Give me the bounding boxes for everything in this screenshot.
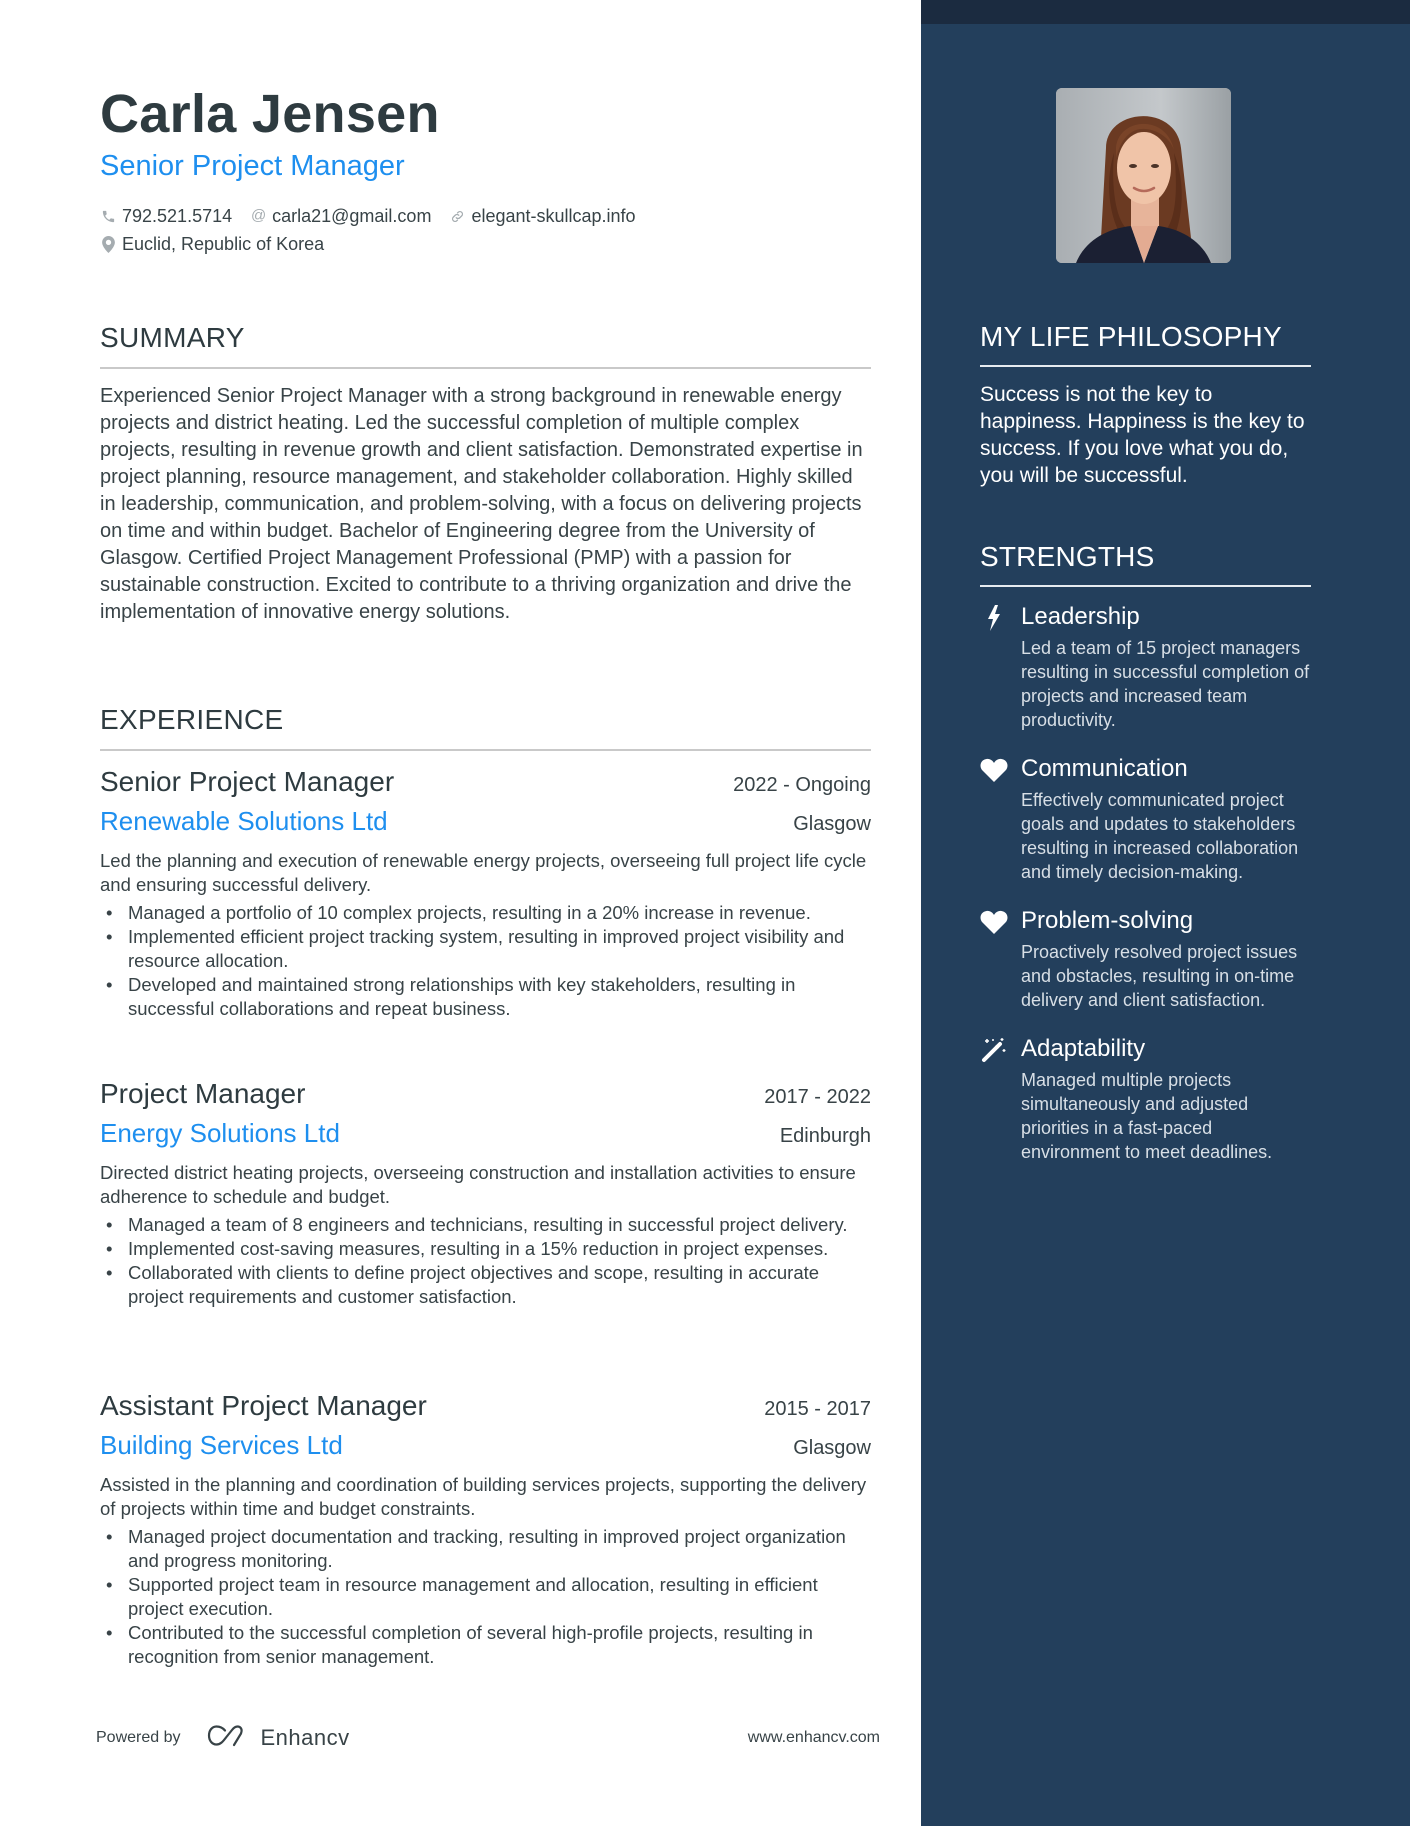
phone-number[interactable]: 792.521.5714 — [122, 204, 232, 228]
contact-row-1: 792.521.5714 @ carla21@gmail.com elegant… — [100, 202, 654, 230]
philosophy-text: Success is not the key to happiness. Hap… — [980, 383, 1305, 487]
strength-title: Adaptability — [1021, 1035, 1146, 1062]
strengths-heading: STRENGTHS — [980, 541, 1155, 572]
job-bullet: Collaborated with clients to define proj… — [100, 1261, 871, 1309]
website-link[interactable]: elegant-skullcap.info — [471, 204, 635, 228]
strength-description: Proactively resolved project issues and … — [1021, 942, 1298, 1010]
contact-location: Euclid, Republic of Korea — [100, 232, 324, 256]
at-icon: @ — [250, 207, 267, 224]
job-description: Led the planning and execution of renewa… — [100, 850, 867, 895]
strength-title: Leadership — [1021, 603, 1140, 630]
footer-url[interactable]: www.enhancv.com — [748, 1729, 880, 1747]
job-company-row: Energy Solutions Ltd Edinburgh — [100, 1113, 871, 1151]
contact-phone: 792.521.5714 — [100, 204, 232, 228]
strength-description: Effectively communicated project goals a… — [1021, 790, 1299, 882]
company-name: Energy Solutions Ltd — [100, 1118, 340, 1148]
powered-by-label: Powered by — [96, 1729, 181, 1746]
experience-divider — [100, 749, 871, 751]
job-bullet: Supported project team in resource manag… — [100, 1573, 871, 1621]
strength-item: Communication Effectively communicated p… — [980, 752, 1311, 884]
enhancv-brand: Enhancv — [260, 1725, 350, 1750]
strength-description: Led a team of 15 project managers result… — [1021, 638, 1310, 730]
job-entry: Senior Project Manager 2022 - Ongoing Re… — [100, 763, 871, 1021]
summary-text: Experienced Senior Project Manager with … — [100, 385, 863, 623]
job-company-row: Renewable Solutions Ltd Glasgow — [100, 801, 871, 839]
magic-wand-icon — [980, 1036, 1008, 1064]
job-header: Project Manager 2017 - 2022 — [100, 1075, 871, 1113]
location-text: Euclid, Republic of Korea — [122, 234, 325, 254]
job-entry: Assistant Project Manager 2015 - 2017 Bu… — [100, 1387, 871, 1669]
company-name: Renewable Solutions Ltd — [100, 806, 388, 836]
job-location: Glasgow — [793, 813, 871, 835]
contact-website: elegant-skullcap.info — [449, 204, 636, 228]
summary-heading: SUMMARY — [100, 322, 245, 353]
contact-row-2: Euclid, Republic of Korea — [100, 230, 654, 258]
job-dates: 2022 - Ongoing — [733, 774, 871, 796]
enhancv-logo[interactable]: Enhancv — [207, 1724, 350, 1753]
job-title: Senior Project Manager — [100, 766, 395, 797]
job-header: Senior Project Manager 2022 - Ongoing — [100, 763, 871, 801]
strength-item: Leadership Led a team of 15 project mana… — [980, 600, 1311, 732]
candidate-title: Senior Project Manager — [100, 150, 405, 182]
sidebar-top-band — [921, 0, 1410, 24]
philosophy-heading: MY LIFE PHILOSOPHY — [980, 321, 1282, 352]
job-description: Directed district heating projects, over… — [100, 1162, 856, 1207]
strength-description: Managed multiple projects simultaneously… — [1021, 1070, 1273, 1162]
job-location: Edinburgh — [779, 1125, 871, 1147]
contact-email: @ carla21@gmail.com — [250, 204, 431, 228]
philosophy-divider — [980, 365, 1311, 367]
heart-icon — [980, 756, 1008, 784]
job-bullet: Managed project documentation and tracki… — [100, 1525, 871, 1573]
job-bullet: Implemented efficient project tracking s… — [100, 925, 871, 973]
strengths-divider — [980, 585, 1311, 587]
lightning-icon — [980, 604, 1008, 632]
profile-photo — [1056, 88, 1231, 263]
strength-title: Communication — [1021, 755, 1188, 782]
sidebar: MY LIFE PHILOSOPHY Success is not the ke… — [921, 0, 1410, 1826]
footer: Powered by Enhancv www.enhancv.com — [96, 1720, 880, 1756]
strength-item: Adaptability Managed multiple projects s… — [980, 1032, 1311, 1164]
job-bullet: Managed a team of 8 engineers and techni… — [100, 1213, 871, 1237]
job-location: Glasgow — [793, 1437, 871, 1459]
job-company-row: Building Services Ltd Glasgow — [100, 1425, 871, 1463]
job-title: Assistant Project Manager — [100, 1390, 427, 1421]
philosophy-section: MY LIFE PHILOSOPHY Success is not the ke… — [980, 319, 1311, 489]
job-bullets: Managed a portfolio of 10 complex projec… — [100, 901, 871, 1021]
job-dates: 2017 - 2022 — [764, 1086, 871, 1108]
link-icon — [449, 208, 466, 225]
job-bullet: Developed and maintained strong relation… — [100, 973, 871, 1021]
job-bullet: Contributed to the successful completion… — [100, 1621, 871, 1669]
job-entry: Project Manager 2017 - 2022 Energy Solut… — [100, 1075, 871, 1309]
job-dates: 2015 - 2017 — [764, 1398, 871, 1420]
job-description: Assisted in the planning and coordinatio… — [100, 1474, 867, 1519]
strengths-section: STRENGTHS Leadership Led a team of 15 pr… — [980, 539, 1311, 1164]
enhancv-logo-icon — [207, 1724, 253, 1753]
job-bullet: Managed a portfolio of 10 complex projec… — [100, 901, 871, 925]
job-bullets: Managed a team of 8 engineers and techni… — [100, 1213, 871, 1309]
experience-heading: EXPERIENCE — [100, 704, 284, 735]
heart-icon — [980, 908, 1008, 936]
company-name: Building Services Ltd — [100, 1430, 343, 1460]
phone-icon — [100, 208, 117, 225]
job-bullets: Managed project documentation and tracki… — [100, 1525, 871, 1669]
job-bullet: Implemented cost-saving measures, result… — [100, 1237, 871, 1261]
summary-divider — [100, 367, 871, 369]
job-title: Project Manager — [100, 1078, 306, 1109]
contact-info: 792.521.5714 @ carla21@gmail.com elegant… — [100, 202, 654, 258]
email-address[interactable]: carla21@gmail.com — [272, 204, 431, 228]
job-header: Assistant Project Manager 2015 - 2017 — [100, 1387, 871, 1425]
strength-title: Problem-solving — [1021, 907, 1194, 934]
candidate-name: Carla Jensen — [100, 84, 440, 144]
map-pin-icon — [100, 235, 117, 253]
strength-item: Problem-solving Proactively resolved pro… — [980, 904, 1311, 1012]
